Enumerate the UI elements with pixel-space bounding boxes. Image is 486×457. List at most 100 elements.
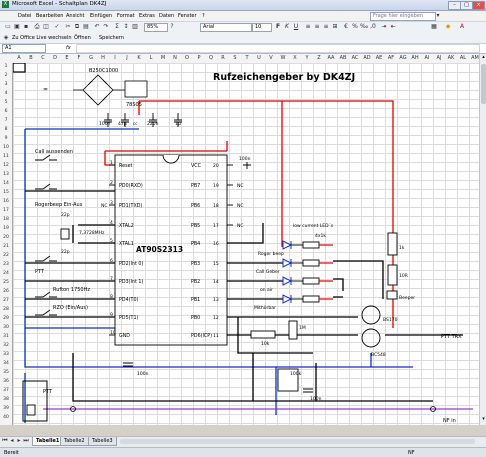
scroll-up-icon[interactable]: ▴ [480,54,486,61]
column-header[interactable]: AB [337,55,349,61]
menu-bearbeiten[interactable]: Bearbeiten [36,13,63,19]
column-header[interactable]: A [13,55,25,61]
sort-icon[interactable]: ↕ [122,23,130,31]
font-select[interactable]: Arial [200,23,252,32]
row-header[interactable]: 22 [0,253,12,258]
scroll-down-icon[interactable]: ▾ [480,416,486,423]
row-header[interactable]: 3 [0,82,12,87]
column-header[interactable]: V [265,55,277,61]
thousands-icon[interactable]: ‰ [360,23,368,31]
column-header[interactable]: Y [301,55,313,61]
column-header[interactable]: M [157,55,169,61]
column-header[interactable]: O [181,55,193,61]
font-size-select[interactable]: 10 [252,23,272,32]
column-header[interactable]: H [97,55,109,61]
column-header[interactable]: AG [397,55,409,61]
new-icon[interactable]: ▭ [4,23,12,31]
column-header[interactable]: G [85,55,97,61]
column-header[interactable]: N [169,55,181,61]
fill-color-icon[interactable]: ◆ [444,23,452,31]
menu-ansicht[interactable]: Ansicht [66,13,84,19]
menu-datei[interactable]: Datei [18,13,31,19]
row-header[interactable]: 18 [0,217,12,222]
currency-icon[interactable]: € [342,23,350,31]
help-dropdown-icon[interactable]: ▾ [434,12,442,20]
name-box[interactable]: A1 [2,44,46,53]
row-header[interactable]: 12 [0,163,12,168]
copy-icon[interactable]: ⧉ [73,23,81,31]
row-header[interactable]: 14 [0,181,12,186]
speichern-button[interactable]: Speichern [99,35,124,41]
preview-icon[interactable]: ◫ [42,23,50,31]
row-header[interactable]: 39 [0,406,12,411]
column-header[interactable]: AC [349,55,361,61]
column-header[interactable]: C [37,55,49,61]
column-header[interactable]: J [121,55,133,61]
row-header[interactable]: 34 [0,361,12,366]
column-header[interactable]: W [277,55,289,61]
row-header[interactable]: 23 [0,262,12,267]
row-header[interactable]: 31 [0,334,12,339]
row-header[interactable]: 25 [0,280,12,285]
column-header[interactable]: AF [385,55,397,61]
chart-icon[interactable]: ▥ [131,23,139,31]
print-icon[interactable]: ⎙ [33,23,41,31]
column-header[interactable]: AL [457,55,469,61]
percent-icon[interactable]: % [351,23,359,31]
row-header[interactable]: 8 [0,127,12,132]
column-header[interactable]: D [49,55,61,61]
menu-fenster[interactable]: Fenster [178,13,197,19]
column-header[interactable]: K [133,55,145,61]
sum-icon[interactable]: Σ [113,23,121,31]
column-header[interactable]: AE [373,55,385,61]
menu-extras[interactable]: Extras [139,13,155,19]
column-header[interactable]: I [109,55,121,61]
row-header[interactable]: 6 [0,109,12,114]
row-header[interactable]: 17 [0,208,12,213]
row-header[interactable]: 38 [0,397,12,402]
row-header[interactable]: 32 [0,343,12,348]
column-header[interactable]: L [145,55,157,61]
close-button[interactable]: × [472,1,485,10]
last-sheet-icon[interactable]: ⏭ [22,437,30,445]
column-header[interactable]: E [61,55,73,61]
row-header[interactable]: 33 [0,352,12,357]
help-icon[interactable]: ? [168,23,176,31]
redo-icon[interactable]: ↷ [102,23,110,31]
row-header[interactable]: 10 [0,145,12,150]
row-header[interactable]: 11 [0,154,12,159]
menu-einfuegen[interactable]: Einfügen [90,13,112,19]
menu-help[interactable]: ? [202,13,205,19]
horizontal-scrollbar[interactable] [120,439,475,444]
oeffnen-button[interactable]: Öffnen [74,35,91,41]
row-header[interactable]: 21 [0,244,12,249]
row-header[interactable]: 37 [0,388,12,393]
undo-icon[interactable]: ↶ [93,23,101,31]
column-header[interactable]: Q [205,55,217,61]
column-header[interactable]: T [241,55,253,61]
row-header[interactable]: 1 [0,64,12,69]
row-header[interactable]: 4 [0,91,12,96]
row-header[interactable]: 19 [0,226,12,231]
column-header[interactable]: F [73,55,85,61]
save-icon[interactable]: ▪ [22,23,30,31]
open-icon[interactable]: ▣ [13,23,21,31]
row-header[interactable]: 40 [0,415,12,420]
font-color-icon[interactable]: A [458,23,466,31]
row-header[interactable]: 27 [0,298,12,303]
scroll-thumb[interactable] [481,64,486,104]
cut-icon[interactable]: ✂ [64,23,72,31]
row-header[interactable]: 30 [0,325,12,330]
bold-icon[interactable]: F [274,23,282,31]
column-header[interactable]: R [217,55,229,61]
column-header[interactable]: P [193,55,205,61]
vertical-scrollbar[interactable]: ▴ ▾ [479,54,486,425]
row-header[interactable]: 13 [0,172,12,177]
row-header[interactable]: 20 [0,235,12,240]
row-header[interactable]: 16 [0,199,12,204]
column-header[interactable]: Z [313,55,325,61]
row-header[interactable]: 35 [0,370,12,375]
underline-icon[interactable]: U [292,23,300,31]
tab-tabelle1[interactable]: Tabelle1 [32,437,64,446]
italic-icon[interactable]: K [283,23,291,31]
